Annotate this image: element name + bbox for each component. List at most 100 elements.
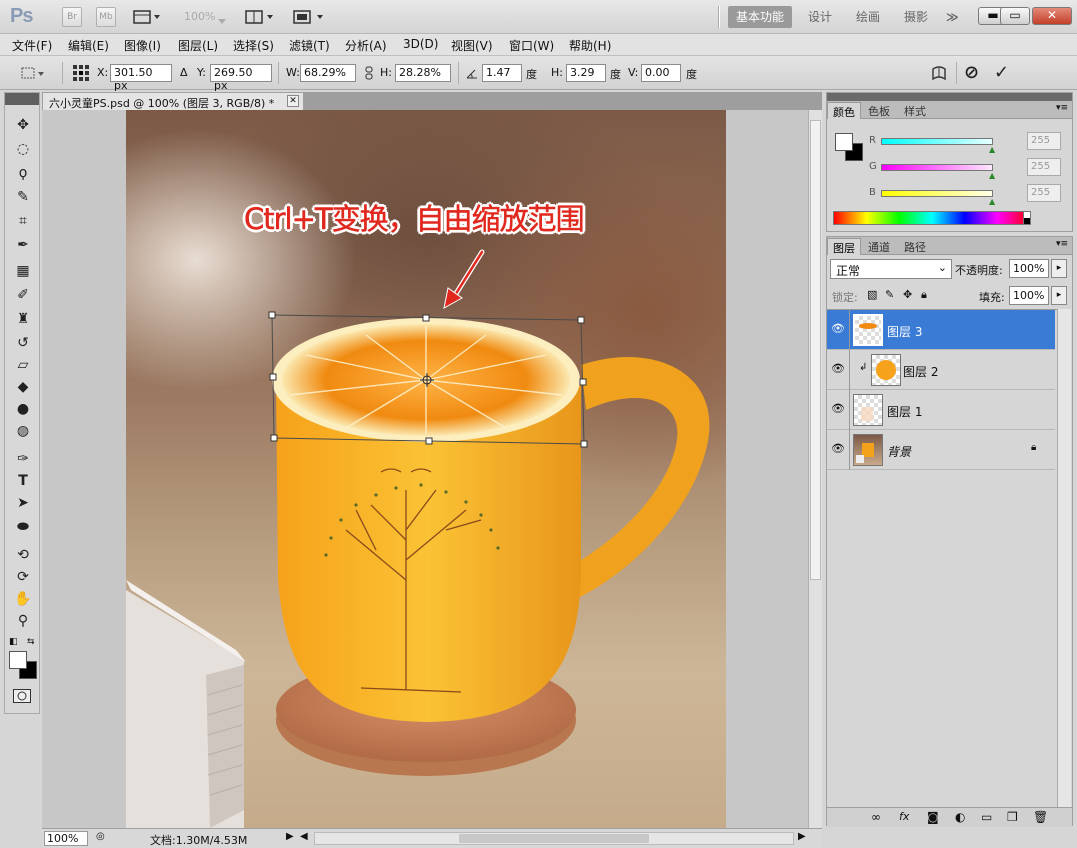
status-info-icon[interactable]: ◎ (96, 831, 105, 842)
brush-tool-icon[interactable]: ✐ (12, 285, 34, 305)
layer-row[interactable]: 👁︎ ↲ 图层 2 (827, 350, 1055, 390)
warp-mode-button[interactable] (930, 65, 948, 83)
zoom-tool-icon[interactable]: ⚲ (12, 611, 34, 631)
tab-paths[interactable]: 路径 (899, 238, 931, 255)
layer-row[interactable]: 👁︎ 图层 3 (827, 310, 1055, 350)
tool-preset-picker[interactable] (18, 64, 52, 82)
green-slider[interactable]: G ▲ 255 (869, 158, 1069, 180)
menu-edit[interactable]: 编辑(E) (68, 37, 109, 54)
layer-name[interactable]: 图层 2 (903, 363, 938, 380)
adjustment-layer-icon[interactable]: ◐ (955, 810, 965, 824)
ellipse-tool-icon[interactable]: ⬬ (12, 517, 34, 537)
panel-dock-header[interactable] (827, 93, 1072, 101)
link-aspect-icon[interactable] (364, 66, 374, 80)
red-slider-handle-icon[interactable]: ▲ (989, 145, 995, 154)
move-tool-icon[interactable]: ✥ (12, 115, 34, 135)
tab-swatches[interactable]: 色板 (863, 102, 895, 119)
eye-icon[interactable]: 👁︎ (831, 402, 845, 416)
default-colors-icon[interactable]: ◧ (9, 637, 18, 647)
lock-transparent-icon[interactable]: ▧ (867, 288, 877, 301)
menu-file[interactable]: 文件(F) (12, 37, 52, 54)
green-slider-track[interactable] (881, 164, 993, 171)
quick-select-tool-icon[interactable]: ✎ (12, 187, 34, 207)
view-extras-button[interactable] (132, 9, 162, 25)
marquee-tool-icon[interactable]: ◌ (12, 139, 34, 159)
cancel-transform-button[interactable]: ⊘ (964, 62, 979, 83)
bridge-button[interactable]: Br (62, 7, 82, 27)
status-menu-arrow-icon[interactable]: ▶ (286, 831, 294, 842)
history-brush-tool-icon[interactable]: ↺ (12, 333, 34, 353)
panel-menu-icon[interactable]: ▾≡ (1056, 103, 1068, 113)
height-input[interactable]: 28.28% (395, 64, 451, 82)
eyedropper-tool-icon[interactable]: ✒ (12, 235, 34, 255)
layer-thumbnail[interactable] (853, 314, 883, 346)
pen-tool-icon[interactable]: ✑ (12, 449, 34, 469)
menu-analysis[interactable]: 分析(A) (345, 37, 387, 54)
crop-tool-icon[interactable]: ⌗ (12, 211, 34, 231)
blue-slider[interactable]: B ▲ 255 (869, 184, 1069, 206)
lasso-tool-icon[interactable]: ϙ (12, 163, 34, 183)
red-slider-track[interactable] (881, 138, 993, 145)
menu-window[interactable]: 窗口(W) (509, 37, 554, 54)
layer-style-icon[interactable]: fx (899, 810, 909, 823)
horizontal-skew-input[interactable]: 3.29 (566, 64, 606, 82)
layer-row[interactable]: 👁︎ 背景 🔒︎ (827, 430, 1055, 470)
reference-point-locator[interactable] (72, 64, 90, 82)
blue-slider-handle-icon[interactable]: ▲ (989, 197, 995, 206)
lock-position-icon[interactable]: ✥ (903, 288, 912, 301)
layer-thumbnail[interactable] (871, 354, 901, 386)
layer-thumbnail[interactable] (853, 434, 883, 466)
layers-scrollbar[interactable] (1057, 309, 1071, 807)
horizontal-scrollbar[interactable] (314, 832, 794, 845)
zoom-dropdown-icon[interactable] (218, 14, 226, 28)
opacity-input[interactable]: 100% (1009, 259, 1049, 278)
green-value-input[interactable]: 255 (1027, 158, 1061, 176)
lock-pixels-icon[interactable]: ✎ (885, 288, 894, 301)
canvas-image[interactable]: Ctrl+T变换，自由缩放范围 (126, 110, 726, 828)
layer-name[interactable]: 背景 (887, 443, 911, 460)
3d-orbit-tool-icon[interactable]: ⟳ (12, 567, 34, 587)
width-input[interactable]: 68.29% (300, 64, 356, 82)
layer-name[interactable]: 图层 3 (887, 323, 922, 340)
menu-view[interactable]: 视图(V) (451, 37, 493, 54)
menu-3d[interactable]: 3D(D) (403, 37, 438, 51)
lock-all-icon[interactable]: 🔒︎ (921, 288, 927, 302)
restore-button[interactable]: ▭ (1000, 7, 1030, 25)
rotate-angle-input[interactable]: 1.47 (482, 64, 522, 82)
workspace-photography[interactable]: 摄影 (896, 6, 936, 28)
menu-layer[interactable]: 图层(L) (178, 37, 218, 54)
type-tool-icon[interactable]: T (12, 471, 34, 491)
tab-color[interactable]: 颜色 (827, 102, 861, 119)
blur-tool-icon[interactable]: ◍ (12, 421, 34, 441)
spectrum-black-white-swatch[interactable] (1023, 211, 1031, 225)
paint-bucket-tool-icon[interactable]: ◆ (12, 377, 34, 397)
color-spectrum-bar[interactable] (833, 211, 1031, 225)
menu-select[interactable]: 选择(S) (233, 37, 274, 54)
green-slider-handle-icon[interactable]: ▲ (989, 171, 995, 180)
x-position-input[interactable]: 301.50 px (110, 64, 172, 92)
fill-input[interactable]: 100% (1009, 286, 1049, 305)
screen-mode-button[interactable] (292, 9, 328, 25)
blend-mode-select[interactable]: 正常 ⌄ (830, 259, 952, 279)
workspace-design[interactable]: 设计 (800, 6, 840, 28)
layer-thumbnail[interactable] (853, 394, 883, 426)
menu-filter[interactable]: 滤镜(T) (289, 37, 330, 54)
link-layers-icon[interactable]: ∞ (871, 810, 881, 824)
document-tab[interactable]: 六小灵童PS.psd @ 100% (图层 3, RGB/8) * ✕ (42, 92, 304, 110)
close-button[interactable]: ✕ (1032, 7, 1072, 25)
y-position-input[interactable]: 269.50 px (210, 64, 272, 92)
hand-tool-icon[interactable]: ✋ (12, 589, 34, 609)
opacity-slider-arrow-icon[interactable]: ▸ (1051, 259, 1067, 278)
layers-panel-menu-icon[interactable]: ▾≡ (1056, 239, 1068, 249)
layer-row[interactable]: 👁︎ 图层 1 (827, 390, 1055, 430)
new-group-icon[interactable]: ▭ (981, 810, 992, 824)
delete-layer-icon[interactable]: 🗑︎ (1033, 810, 1048, 824)
menu-image[interactable]: 图像(I) (124, 37, 161, 54)
foreground-color-box[interactable] (835, 133, 853, 151)
new-layer-icon[interactable]: ❐ (1007, 810, 1018, 824)
layer-name[interactable]: 图层 1 (887, 403, 922, 420)
vertical-scrollbar[interactable] (808, 110, 822, 828)
relative-position-icon[interactable]: Δ (180, 66, 188, 79)
path-selection-tool-icon[interactable]: ➤ (12, 493, 34, 513)
horizontal-scroll-thumb[interactable] (459, 834, 649, 843)
